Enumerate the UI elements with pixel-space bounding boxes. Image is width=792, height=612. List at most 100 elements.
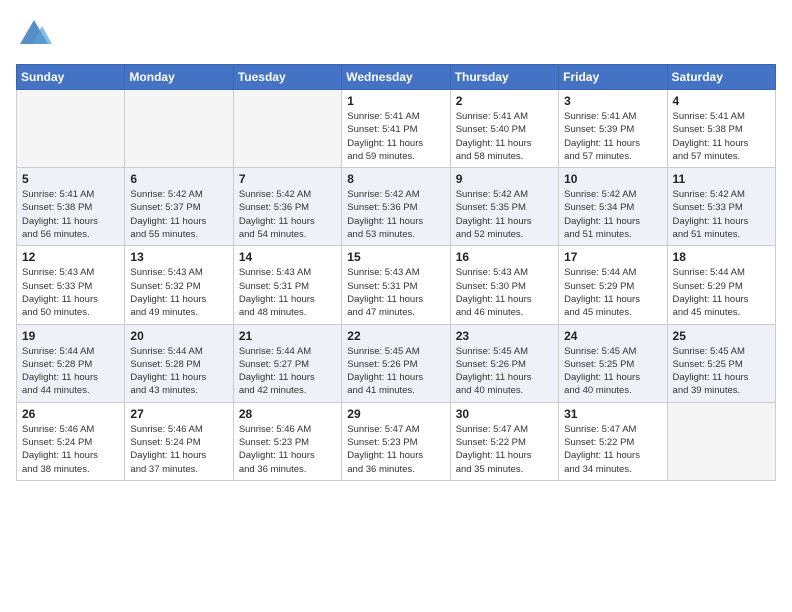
calendar-cell: 3 Sunrise: 5:41 AM Sunset: 5:39 PM Daylig…	[559, 90, 667, 168]
week-row-1: 1 Sunrise: 5:41 AM Sunset: 5:41 PM Daylig…	[17, 90, 776, 168]
day-number: 28	[239, 407, 336, 421]
day-info: Sunrise: 5:45 AM Sunset: 5:25 PM Dayligh…	[673, 345, 770, 398]
calendar-cell: 27 Sunrise: 5:46 AM Sunset: 5:24 PM Dayli…	[125, 402, 233, 480]
calendar-cell: 9Sunrise: 5:42 AM Sunset: 5:35 PM Daylig…	[450, 168, 558, 246]
column-header-thursday: Thursday	[450, 65, 558, 90]
day-info: Sunrise: 5:44 AM Sunset: 5:28 PM Dayligh…	[130, 345, 227, 398]
day-number: 17	[564, 250, 661, 264]
calendar-cell	[125, 90, 233, 168]
calendar-cell: 15 Sunrise: 5:43 AM Sunset: 5:31 PM Dayli…	[342, 246, 450, 324]
week-row-3: 12 Sunrise: 5:43 AM Sunset: 5:33 PM Dayli…	[17, 246, 776, 324]
day-number: 8	[347, 172, 444, 186]
calendar-cell: 11 Sunrise: 5:42 AM Sunset: 5:33 PM Dayli…	[667, 168, 775, 246]
day-number: 26	[22, 407, 119, 421]
week-row-2: 5 Sunrise: 5:41 AM Sunset: 5:38 PM Daylig…	[17, 168, 776, 246]
calendar-cell: 24Sunrise: 5:45 AM Sunset: 5:25 PM Dayli…	[559, 324, 667, 402]
calendar-cell: 23 Sunrise: 5:45 AM Sunset: 5:26 PM Dayli…	[450, 324, 558, 402]
column-header-wednesday: Wednesday	[342, 65, 450, 90]
calendar-cell: 25 Sunrise: 5:45 AM Sunset: 5:25 PM Dayli…	[667, 324, 775, 402]
calendar-cell: 12 Sunrise: 5:43 AM Sunset: 5:33 PM Dayli…	[17, 246, 125, 324]
day-info: Sunrise: 5:44 AM Sunset: 5:29 PM Dayligh…	[673, 266, 770, 319]
day-info: Sunrise: 5:41 AM Sunset: 5:38 PM Dayligh…	[22, 188, 119, 241]
header-row: SundayMondayTuesdayWednesdayThursdayFrid…	[17, 65, 776, 90]
day-number: 3	[564, 94, 661, 108]
day-info: Sunrise: 5:42 AM Sunset: 5:33 PM Dayligh…	[673, 188, 770, 241]
calendar-cell: 16 Sunrise: 5:43 AM Sunset: 5:30 PM Dayli…	[450, 246, 558, 324]
calendar-cell: 8 Sunrise: 5:42 AM Sunset: 5:36 PM Daylig…	[342, 168, 450, 246]
day-number: 13	[130, 250, 227, 264]
day-info: Sunrise: 5:46 AM Sunset: 5:24 PM Dayligh…	[130, 423, 227, 476]
day-info: Sunrise: 5:41 AM Sunset: 5:40 PM Dayligh…	[456, 110, 553, 163]
day-number: 6	[130, 172, 227, 186]
day-info: Sunrise: 5:42 AM Sunset: 5:36 PM Dayligh…	[347, 188, 444, 241]
day-number: 19	[22, 329, 119, 343]
calendar-cell: 1 Sunrise: 5:41 AM Sunset: 5:41 PM Daylig…	[342, 90, 450, 168]
calendar-cell: 2 Sunrise: 5:41 AM Sunset: 5:40 PM Daylig…	[450, 90, 558, 168]
day-number: 22	[347, 329, 444, 343]
day-info: Sunrise: 5:47 AM Sunset: 5:23 PM Dayligh…	[347, 423, 444, 476]
calendar-cell: 29 Sunrise: 5:47 AM Sunset: 5:23 PM Dayli…	[342, 402, 450, 480]
calendar-cell: 7Sunrise: 5:42 AM Sunset: 5:36 PM Daylig…	[233, 168, 341, 246]
column-header-sunday: Sunday	[17, 65, 125, 90]
day-number: 23	[456, 329, 553, 343]
calendar-cell: 19 Sunrise: 5:44 AM Sunset: 5:28 PM Dayli…	[17, 324, 125, 402]
day-number: 11	[673, 172, 770, 186]
day-info: Sunrise: 5:44 AM Sunset: 5:29 PM Dayligh…	[564, 266, 661, 319]
day-number: 15	[347, 250, 444, 264]
day-number: 5	[22, 172, 119, 186]
day-info: Sunrise: 5:45 AM Sunset: 5:25 PM Dayligh…	[564, 345, 661, 398]
day-number: 10	[564, 172, 661, 186]
day-info: Sunrise: 5:43 AM Sunset: 5:33 PM Dayligh…	[22, 266, 119, 319]
day-info: Sunrise: 5:46 AM Sunset: 5:23 PM Dayligh…	[239, 423, 336, 476]
day-number: 2	[456, 94, 553, 108]
day-info: Sunrise: 5:47 AM Sunset: 5:22 PM Dayligh…	[456, 423, 553, 476]
day-number: 1	[347, 94, 444, 108]
day-info: Sunrise: 5:42 AM Sunset: 5:35 PM Dayligh…	[456, 188, 553, 241]
column-header-monday: Monday	[125, 65, 233, 90]
day-number: 29	[347, 407, 444, 421]
day-info: Sunrise: 5:41 AM Sunset: 5:41 PM Dayligh…	[347, 110, 444, 163]
day-info: Sunrise: 5:42 AM Sunset: 5:34 PM Dayligh…	[564, 188, 661, 241]
day-info: Sunrise: 5:44 AM Sunset: 5:27 PM Dayligh…	[239, 345, 336, 398]
day-info: Sunrise: 5:47 AM Sunset: 5:22 PM Dayligh…	[564, 423, 661, 476]
day-number: 30	[456, 407, 553, 421]
calendar-cell: 26 Sunrise: 5:46 AM Sunset: 5:24 PM Dayli…	[17, 402, 125, 480]
week-row-4: 19 Sunrise: 5:44 AM Sunset: 5:28 PM Dayli…	[17, 324, 776, 402]
week-row-5: 26 Sunrise: 5:46 AM Sunset: 5:24 PM Dayli…	[17, 402, 776, 480]
calendar-cell: 17 Sunrise: 5:44 AM Sunset: 5:29 PM Dayli…	[559, 246, 667, 324]
day-number: 12	[22, 250, 119, 264]
calendar-cell: 22Sunrise: 5:45 AM Sunset: 5:26 PM Dayli…	[342, 324, 450, 402]
calendar-cell: 28 Sunrise: 5:46 AM Sunset: 5:23 PM Dayli…	[233, 402, 341, 480]
day-number: 14	[239, 250, 336, 264]
day-info: Sunrise: 5:43 AM Sunset: 5:30 PM Dayligh…	[456, 266, 553, 319]
day-number: 27	[130, 407, 227, 421]
calendar-table: SundayMondayTuesdayWednesdayThursdayFrid…	[16, 64, 776, 481]
day-info: Sunrise: 5:41 AM Sunset: 5:39 PM Dayligh…	[564, 110, 661, 163]
column-header-friday: Friday	[559, 65, 667, 90]
day-info: Sunrise: 5:45 AM Sunset: 5:26 PM Dayligh…	[456, 345, 553, 398]
column-header-tuesday: Tuesday	[233, 65, 341, 90]
day-number: 18	[673, 250, 770, 264]
logo	[16, 16, 56, 52]
column-header-saturday: Saturday	[667, 65, 775, 90]
calendar-cell: 6 Sunrise: 5:42 AM Sunset: 5:37 PM Daylig…	[125, 168, 233, 246]
day-number: 21	[239, 329, 336, 343]
day-number: 20	[130, 329, 227, 343]
day-number: 16	[456, 250, 553, 264]
day-info: Sunrise: 5:43 AM Sunset: 5:31 PM Dayligh…	[239, 266, 336, 319]
day-number: 25	[673, 329, 770, 343]
day-number: 4	[673, 94, 770, 108]
day-info: Sunrise: 5:43 AM Sunset: 5:32 PM Dayligh…	[130, 266, 227, 319]
calendar-cell: 30 Sunrise: 5:47 AM Sunset: 5:22 PM Dayli…	[450, 402, 558, 480]
day-info: Sunrise: 5:43 AM Sunset: 5:31 PM Dayligh…	[347, 266, 444, 319]
day-info: Sunrise: 5:44 AM Sunset: 5:28 PM Dayligh…	[22, 345, 119, 398]
day-info: Sunrise: 5:46 AM Sunset: 5:24 PM Dayligh…	[22, 423, 119, 476]
calendar-cell: 4Sunrise: 5:41 AM Sunset: 5:38 PM Daylig…	[667, 90, 775, 168]
day-number: 7	[239, 172, 336, 186]
calendar-cell: 5 Sunrise: 5:41 AM Sunset: 5:38 PM Daylig…	[17, 168, 125, 246]
calendar-cell	[667, 402, 775, 480]
calendar-cell: 14 Sunrise: 5:43 AM Sunset: 5:31 PM Dayli…	[233, 246, 341, 324]
calendar-cell: 20 Sunrise: 5:44 AM Sunset: 5:28 PM Dayli…	[125, 324, 233, 402]
calendar-cell	[17, 90, 125, 168]
day-info: Sunrise: 5:42 AM Sunset: 5:37 PM Dayligh…	[130, 188, 227, 241]
